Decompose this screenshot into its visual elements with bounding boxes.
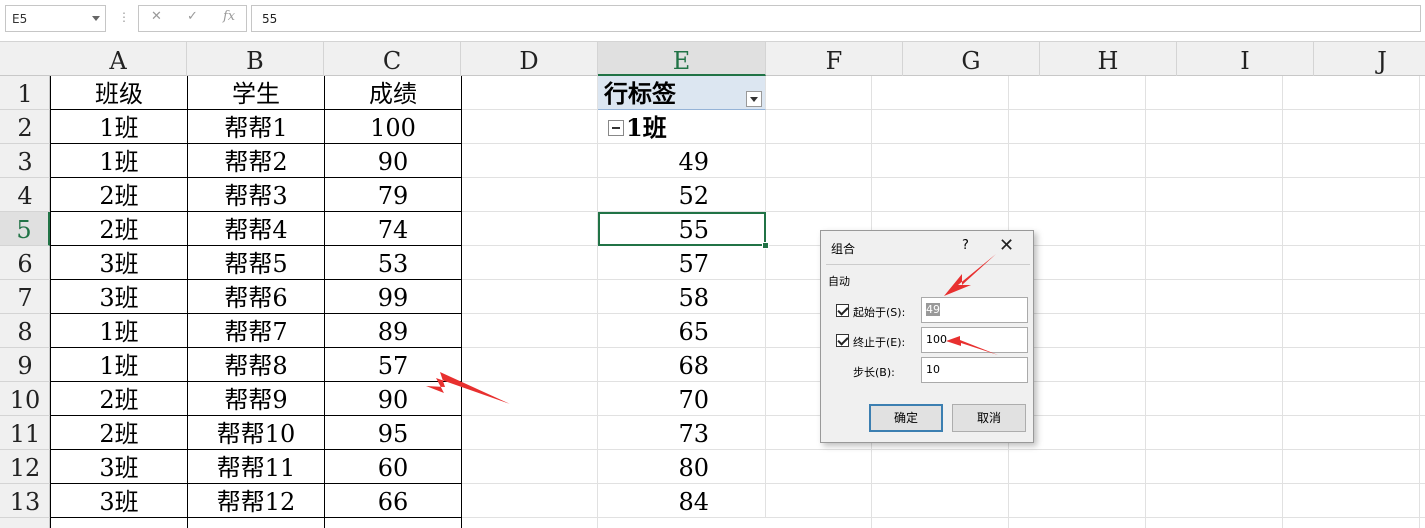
arrow-to-start-input	[944, 254, 996, 296]
arrow-to-end-input	[946, 336, 998, 355]
annotation-arrows	[426, 254, 998, 404]
arrow-to-score-column	[426, 372, 510, 404]
